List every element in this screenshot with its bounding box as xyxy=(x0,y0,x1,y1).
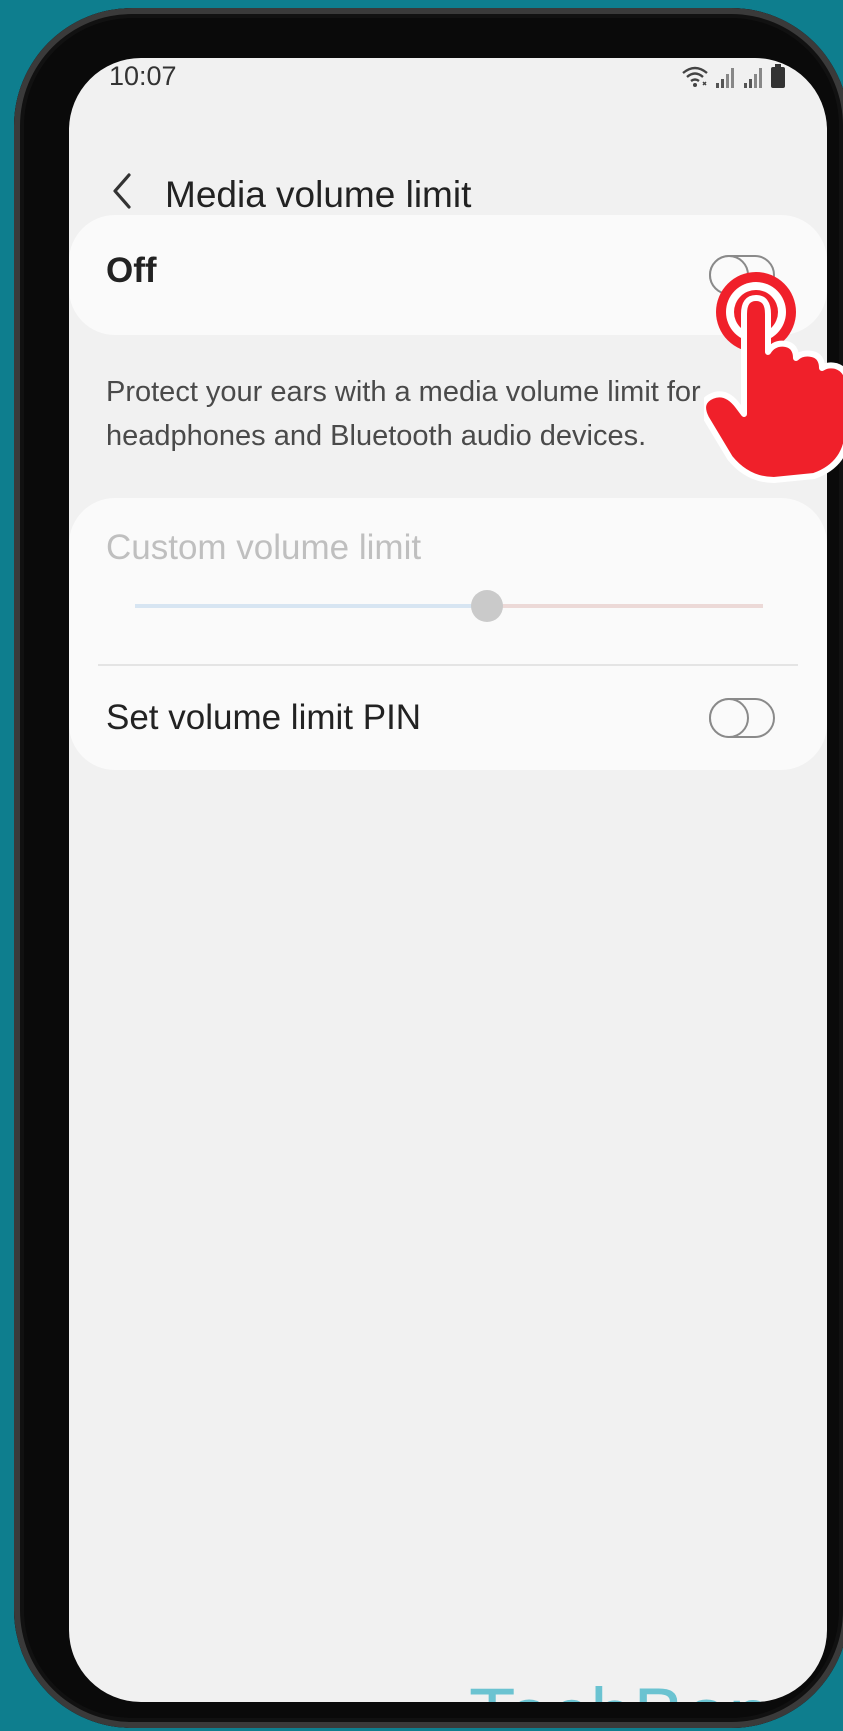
pin-label: Set volume limit PIN xyxy=(106,698,422,737)
slider-track-remaining xyxy=(487,604,763,608)
custom-volume-label: Custom volume limit xyxy=(106,528,422,567)
signal-icon xyxy=(716,68,734,88)
master-switch-label: Off xyxy=(106,251,157,290)
battery-icon xyxy=(771,64,785,88)
phone-frame: 10:07 Media volume limit Off Protect you… xyxy=(14,8,843,1728)
pin-toggle[interactable] xyxy=(709,698,775,738)
description-text: Protect your ears with a media volume li… xyxy=(106,376,701,452)
back-button[interactable] xyxy=(97,166,147,216)
divider xyxy=(98,664,798,666)
slider-track-filled xyxy=(135,604,487,608)
wifi-icon xyxy=(682,66,708,87)
signal-icon xyxy=(744,68,762,88)
status-icons xyxy=(681,64,785,88)
settings-card: Custom volume limit Set volume limit PIN xyxy=(69,498,827,770)
status-bar: 10:07 xyxy=(69,58,827,128)
chevron-left-icon xyxy=(113,173,131,209)
slider-thumb[interactable] xyxy=(471,590,503,622)
toggle-knob xyxy=(709,698,749,738)
status-time: 10:07 xyxy=(109,61,177,91)
tap-hand-icon xyxy=(704,272,843,483)
volume-slider[interactable] xyxy=(135,590,763,622)
watermark: TechBone xyxy=(469,1672,815,1702)
page-title: Media volume limit xyxy=(165,174,472,215)
